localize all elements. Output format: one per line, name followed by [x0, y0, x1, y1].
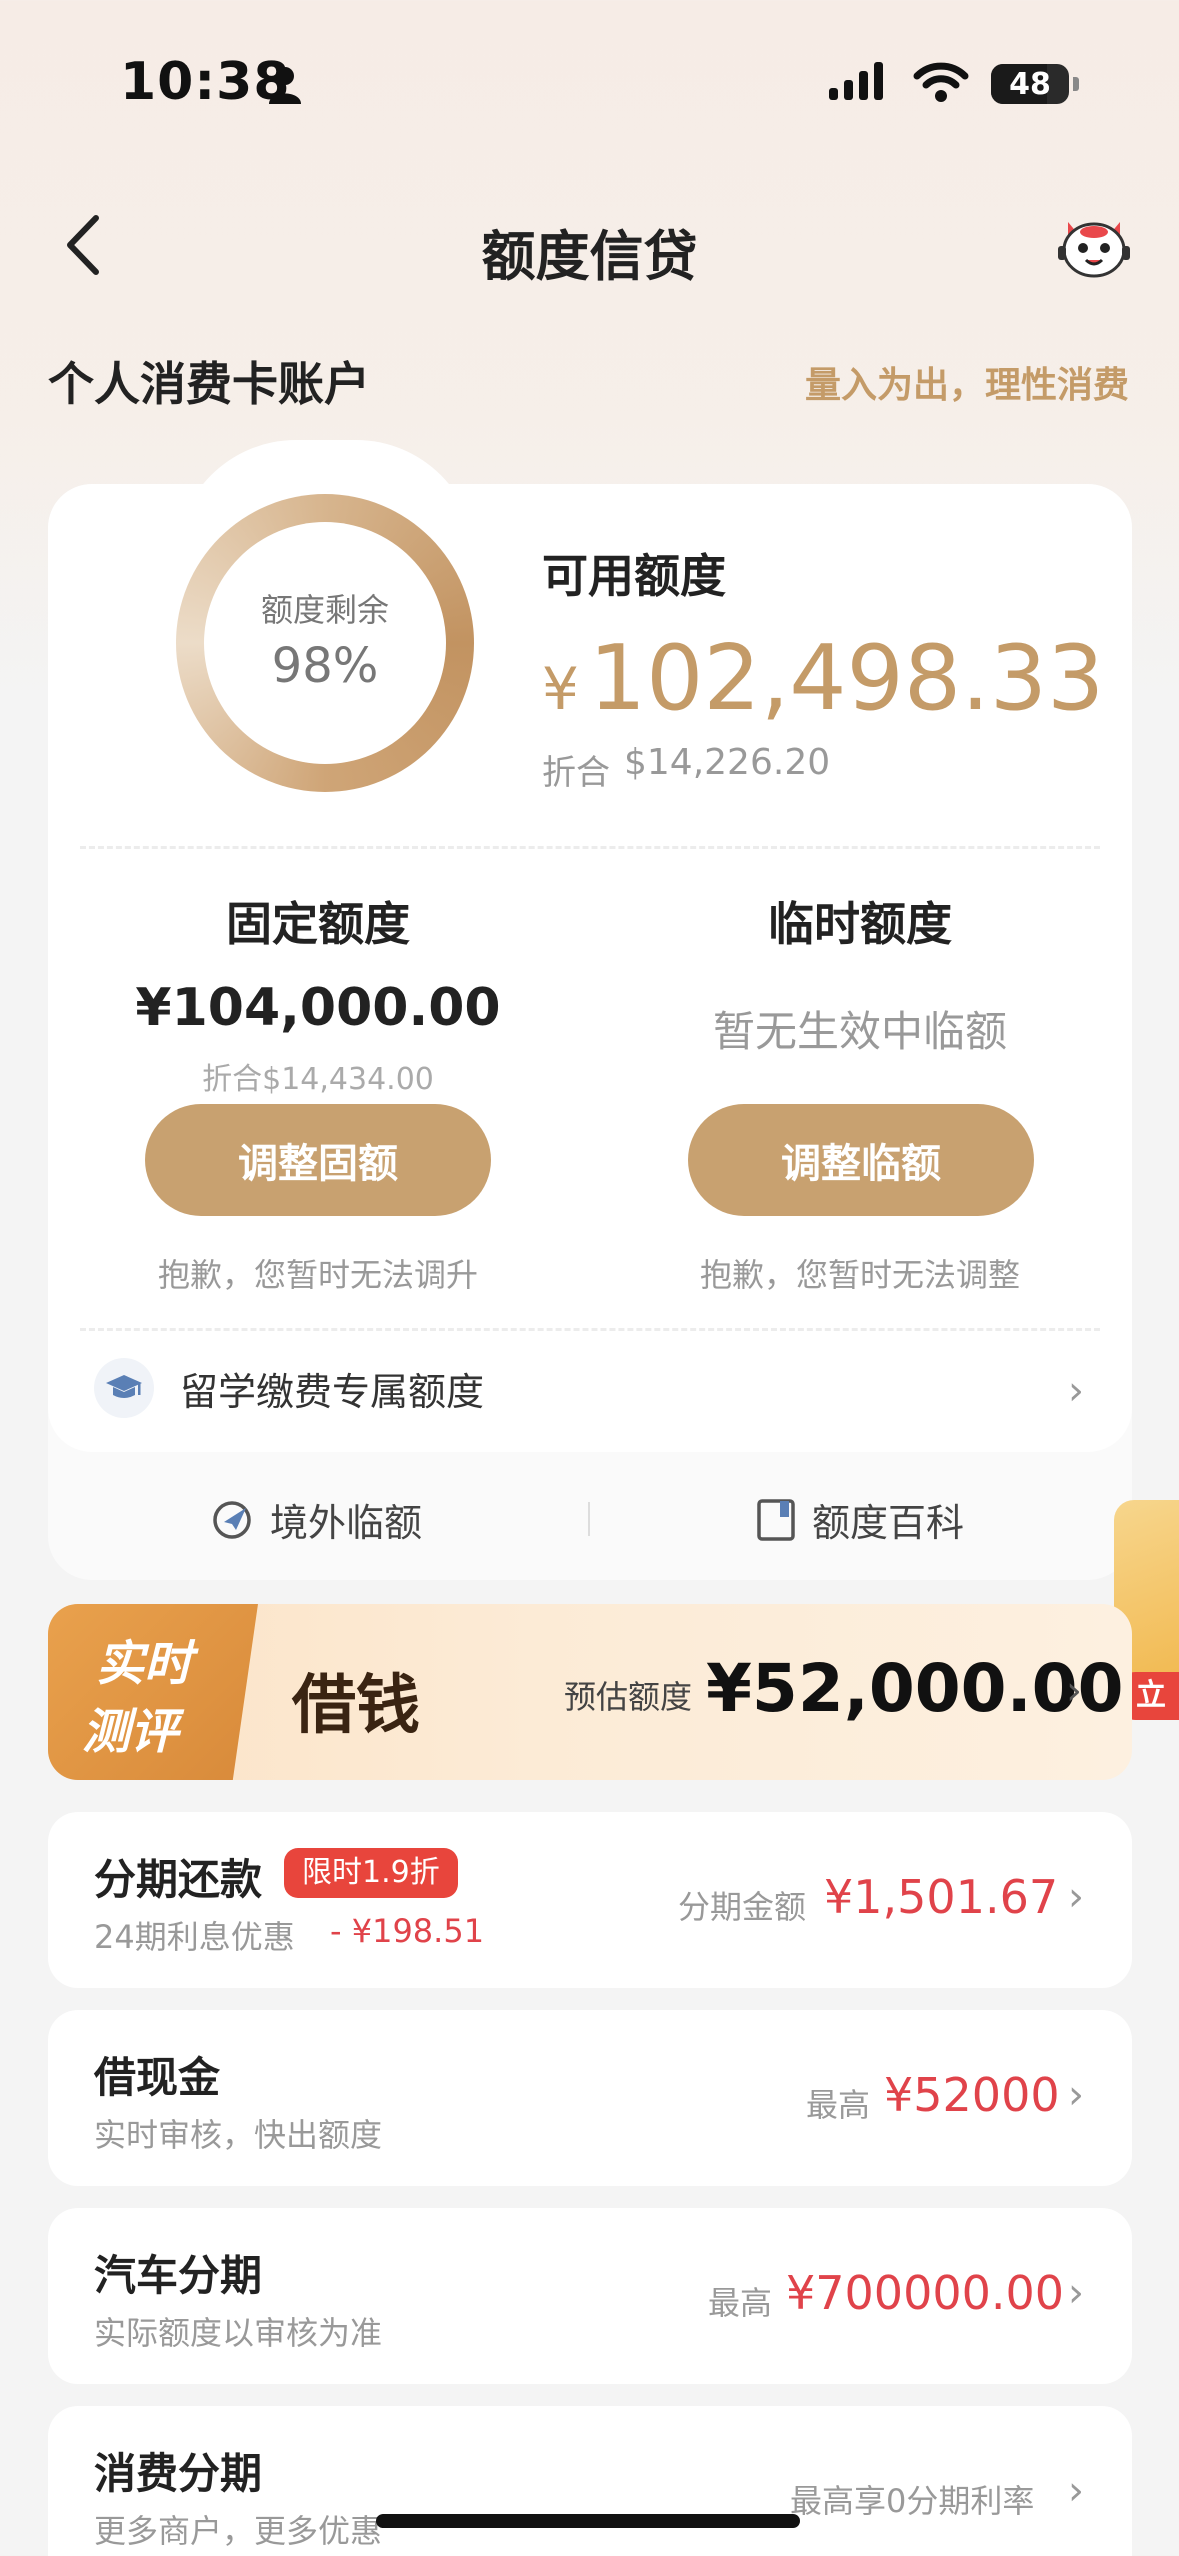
chevron-right-icon: › — [1066, 1668, 1082, 1714]
adjust-fixed-button[interactable]: 调整固额 — [145, 1104, 491, 1216]
list-item-sub: 实际额度以审核为准 — [94, 2314, 383, 2352]
list-item-right-label: 最高 — [708, 2284, 773, 2322]
chevron-right-icon: › — [1068, 2468, 1084, 2514]
list-item-sub: 实时审核，快出额度 — [94, 2116, 383, 2154]
overseas-temp-limit-label: 境外临额 — [270, 1501, 423, 1545]
limit-wiki-label: 额度百科 — [812, 1501, 965, 1545]
status-time: 10:38 — [120, 52, 291, 112]
list-item-sub: 更多商户，更多优惠 — [94, 2512, 383, 2550]
chevron-right-icon: › — [1068, 2072, 1084, 2118]
status-indicators: 48 — [829, 62, 1079, 106]
list-item-right-amount: ¥52000 — [884, 2068, 1060, 2122]
list-item-title: 汽车分期 — [94, 2251, 263, 2300]
list-item-title: 消费分期 — [94, 2449, 263, 2498]
chevron-right-icon: › — [1068, 1368, 1084, 1414]
ring-label: 额度剩余 — [260, 591, 389, 629]
battery-level: 48 — [1009, 66, 1051, 102]
battery-icon: 48 — [991, 64, 1069, 104]
fixed-limit-conv: 折合$14,434.00 — [202, 1062, 434, 1097]
account-slogan: 量入为出，理性消费 — [804, 365, 1129, 406]
list-item-right-amount: ¥700000.00 — [786, 2266, 1065, 2320]
battery-tip — [1073, 77, 1079, 91]
fixed-limit-title: 固定额度 — [226, 897, 410, 951]
list-item-right-label: 最高享0分期利率 — [790, 2482, 1035, 2520]
list-item-sub: 24期利息优惠 — [94, 1918, 295, 1956]
divider — [80, 1328, 1100, 1331]
signal-icon — [829, 62, 891, 106]
book-icon — [756, 1498, 796, 1542]
interest-discount: - ¥198.51 — [330, 1912, 485, 1950]
divider — [80, 846, 1100, 849]
list-item-right-label: 分期金额 — [678, 1888, 807, 1926]
list-item-right-label: 最高 — [806, 2086, 871, 2124]
list-item-right-amount: ¥1,501.67 — [824, 1870, 1059, 1924]
link-separator — [588, 1502, 590, 1536]
temp-limit-title: 临时额度 — [768, 897, 952, 951]
ring-percent: 98% — [271, 638, 379, 694]
realtime-eval-line1: 实时 — [96, 1636, 193, 1692]
borrow-title: 借钱 — [292, 1668, 420, 1743]
study-abroad-label: 留学缴费专属额度 — [180, 1369, 485, 1414]
graduation-cap-icon — [94, 1358, 154, 1418]
adjust-temp-button[interactable]: 调整临额 — [688, 1104, 1034, 1216]
available-value: 102,498.33 — [588, 626, 1105, 731]
list-item-title: 借现金 — [94, 2053, 221, 2102]
list-item-title: 分期还款 — [94, 1855, 263, 1904]
temp-limit-status: 暂无生效中临额 — [712, 1007, 1007, 1056]
fixed-limit-amount: ¥104,000.00 — [135, 978, 501, 1038]
mascot-assistant-icon[interactable] — [1054, 212, 1134, 286]
available-amount: ¥ 102,498.33 — [542, 626, 1104, 731]
promo-tag: 限时1.9折 — [284, 1848, 458, 1898]
chevron-right-icon: › — [1068, 2270, 1084, 2316]
realtime-eval-line2: 测评 — [82, 1704, 179, 1760]
globe-plane-icon — [210, 1498, 254, 1542]
overseas-temp-limit-link[interactable]: 境外临额 — [210, 1492, 422, 1547]
available-conv: $14,226.20 — [624, 742, 831, 783]
chevron-right-icon: › — [1068, 1874, 1084, 1920]
estimated-limit-label: 预估额度 — [564, 1678, 693, 1716]
account-title: 个人消费卡账户 — [48, 357, 370, 411]
estimated-limit-amount: ¥52,000.00 — [706, 1650, 1124, 1727]
home-indicator — [376, 2514, 800, 2528]
person-icon — [268, 66, 302, 110]
wifi-icon — [913, 62, 969, 106]
available-conv-label: 折合 — [542, 753, 610, 793]
temp-note: 抱歉，您暂时无法调整 — [699, 1256, 1020, 1294]
limit-wiki-link[interactable]: 额度百科 — [756, 1492, 964, 1547]
available-label: 可用额度 — [542, 549, 726, 603]
fixed-note: 抱歉，您暂时无法调升 — [157, 1256, 478, 1294]
available-currency: ¥ — [542, 655, 579, 723]
page-title: 额度信贷 — [481, 225, 698, 288]
study-abroad-limit-row[interactable]: 留学缴费专属额度 — [94, 1358, 484, 1418]
